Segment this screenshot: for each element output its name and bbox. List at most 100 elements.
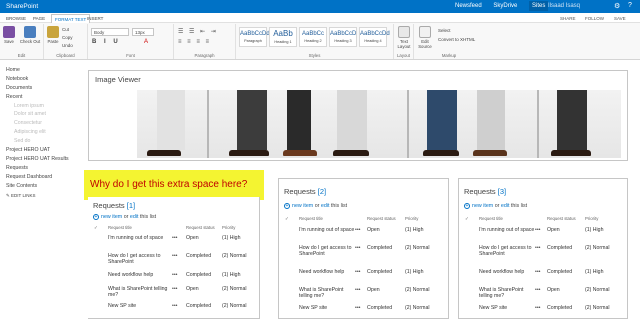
convert-xhtml-button[interactable]: Convert to XHTML [438,37,475,42]
more-icon[interactable]: ••• [355,227,360,233]
edit-text[interactable]: edit [501,203,510,209]
style-heading-3[interactable]: AaBbCcD Heading 3 [329,27,357,47]
nav-item-request-dashboard[interactable]: Request Dashboard [0,173,80,182]
column-header-status[interactable]: Request status [367,216,396,221]
row-title[interactable]: How do I get access to SharePoint [299,245,357,257]
column-header-priority[interactable]: Priority [222,225,235,230]
bold-italic-underline-buttons[interactable]: B I U [92,39,121,45]
more-icon[interactable]: ••• [355,287,360,293]
new-item-link[interactable]: + new item or edit this list [464,203,527,209]
font-size-select[interactable]: 13px [132,28,154,36]
more-icon[interactable]: ••• [535,245,540,251]
text-layout-button[interactable]: Text Layout [396,26,412,49]
more-icon[interactable]: ••• [535,305,540,311]
row-title[interactable]: New SP site [299,305,357,311]
row-title[interactable]: What is SharePoint telling me? [299,287,357,299]
help-icon[interactable]: ? [628,2,632,9]
nav-item-documents[interactable]: Documents [0,84,80,93]
style-paragraph[interactable]: AaBbCcDdI Paragraph [239,27,271,47]
nav-recent-item[interactable]: Consectetur [0,119,80,128]
font-family-select[interactable]: Body [91,28,129,36]
row-title[interactable]: New SP site [479,305,537,311]
new-item-text[interactable]: new item [292,203,313,209]
more-icon[interactable]: ••• [355,269,360,275]
follow-button[interactable]: FOLLOW [585,16,604,21]
edit-source-button[interactable]: Edit Source [416,26,434,49]
tab-page[interactable]: PAGE [33,16,45,21]
tab-insert[interactable]: INSERT [87,16,103,21]
new-item-text[interactable]: new item [101,214,122,220]
row-title[interactable]: Need workflow help [479,269,537,275]
edit-text[interactable]: edit [130,214,139,220]
column-header-title[interactable]: Request title [108,225,132,230]
edit-text[interactable]: edit [321,203,330,209]
row-title[interactable]: How do I get access to SharePoint [108,253,172,265]
nav-recent-item[interactable]: Sed do [0,137,80,146]
column-header-title[interactable]: Request title [479,216,503,221]
row-title[interactable]: How do I get access to SharePoint [479,245,537,257]
column-header-priority[interactable]: Priority [585,216,598,221]
column-header-status[interactable]: Request status [186,225,215,230]
panel-title[interactable]: Requests [3] [464,187,506,196]
nav-item-home[interactable]: Home [0,66,80,75]
check-icon[interactable]: ✓ [285,216,289,222]
check-icon[interactable]: ✓ [94,225,98,231]
check-icon[interactable]: ✓ [465,216,469,222]
font-color-icon[interactable]: A [144,39,148,45]
more-icon[interactable]: ••• [355,245,360,251]
edit-links[interactable]: ✎ EDIT LINKS [0,192,80,201]
row-title[interactable]: What is SharePoint telling me? [108,286,172,298]
select-button[interactable]: Select [438,28,451,33]
row-title[interactable]: I'm running out of space [479,227,537,233]
new-item-link[interactable]: + new item or edit this list [93,214,156,220]
nav-item-requests[interactable]: Requests [0,164,80,173]
row-title[interactable]: New SP site [108,303,172,309]
more-icon[interactable]: ••• [172,303,177,309]
more-icon[interactable]: ••• [535,287,540,293]
nav-recent-item[interactable]: Lorem ipsum [0,102,80,111]
save-button[interactable]: Save [2,26,16,44]
panel-title[interactable]: Requests [1] [93,201,135,210]
more-icon[interactable]: ••• [172,235,177,241]
more-icon[interactable]: ••• [355,305,360,311]
nav-recent-item[interactable]: Adipiscing elit [0,128,80,137]
list-icon[interactable]: ☰ ☰ ⇤ ⇥ [178,28,218,35]
new-item-text[interactable]: new item [472,203,493,209]
cut-button[interactable]: Cut [62,27,69,32]
copy-button[interactable]: Copy [62,35,73,40]
app-title[interactable]: SharePoint [6,3,38,10]
nav-item-project-hero-uat[interactable]: Project HERO UAT [0,146,80,155]
paste-button[interactable]: Paste [46,26,60,44]
style-heading-2[interactable]: AaBbCc Heading 2 [299,27,327,47]
column-header-title[interactable]: Request title [299,216,323,221]
nav-item-project-hero-uat-results[interactable]: Project HERO UAT Results [0,155,80,164]
nav-item-recent[interactable]: Recent [0,93,80,102]
new-item-link[interactable]: + new item or edit this list [284,203,347,209]
row-title[interactable]: What is SharePoint telling me? [479,287,537,299]
more-icon[interactable]: ••• [172,253,177,259]
style-heading-1[interactable]: AaBb Heading 1 [269,27,297,47]
newsfeed-link[interactable]: Newsfeed [455,3,482,9]
tab-browse[interactable]: BROWSE [6,16,26,21]
sites-link[interactable]: Sites [529,1,549,11]
row-title[interactable]: Need workflow help [108,272,172,278]
nav-recent-item[interactable]: Dolor sit amet [0,110,80,119]
column-header-priority[interactable]: Priority [405,216,418,221]
style-heading-4[interactable]: AaBbCcDd Heading 4 [359,27,390,47]
gear-icon[interactable]: ⚙ [614,2,620,10]
more-icon[interactable]: ••• [535,269,540,275]
column-header-status[interactable]: Request status [547,216,576,221]
row-title[interactable]: I'm running out of space [299,227,357,233]
save-page-button[interactable]: SAVE [614,16,626,21]
row-title[interactable]: I'm running out of space [108,235,172,241]
more-icon[interactable]: ••• [535,227,540,233]
row-title[interactable]: Need workflow help [299,269,357,275]
nav-item-notebook[interactable]: Notebook [0,75,80,84]
user-menu[interactable]: Ilsaad Isasq [548,3,580,9]
more-icon[interactable]: ••• [172,272,177,278]
check-out-button[interactable]: Check Out [17,26,43,44]
more-icon[interactable]: ••• [172,286,177,292]
panel-title[interactable]: Requests [2] [284,187,326,196]
share-button[interactable]: SHARE [560,16,576,21]
align-icon[interactable]: ≡ ≡ ≡ ≡ [178,39,211,45]
